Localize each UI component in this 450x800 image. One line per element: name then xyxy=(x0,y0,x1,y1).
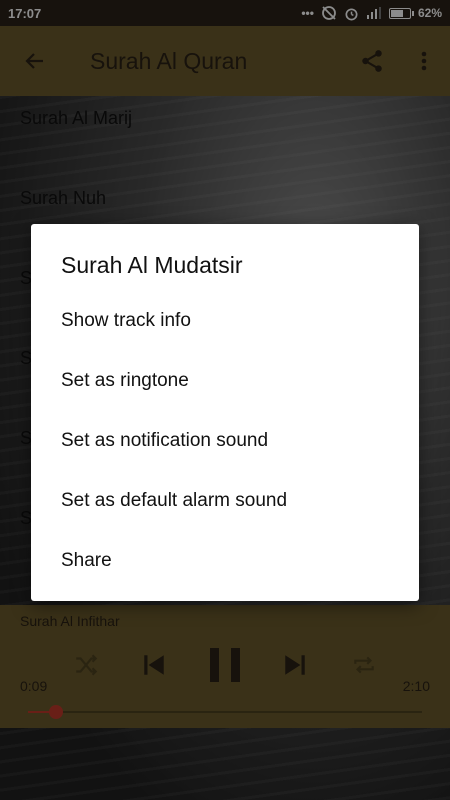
option-set-ringtone[interactable]: Set as ringtone xyxy=(61,370,189,392)
options-dialog: Surah Al Mudatsir Show track info Set as… xyxy=(31,224,419,601)
option-set-notification-sound[interactable]: Set as notification sound xyxy=(61,430,268,452)
option-show-track-info[interactable]: Show track info xyxy=(61,310,191,332)
option-share[interactable]: Share xyxy=(61,550,112,572)
option-set-alarm-sound[interactable]: Set as default alarm sound xyxy=(61,490,287,512)
dialog-title: Surah Al Mudatsir xyxy=(61,252,243,278)
